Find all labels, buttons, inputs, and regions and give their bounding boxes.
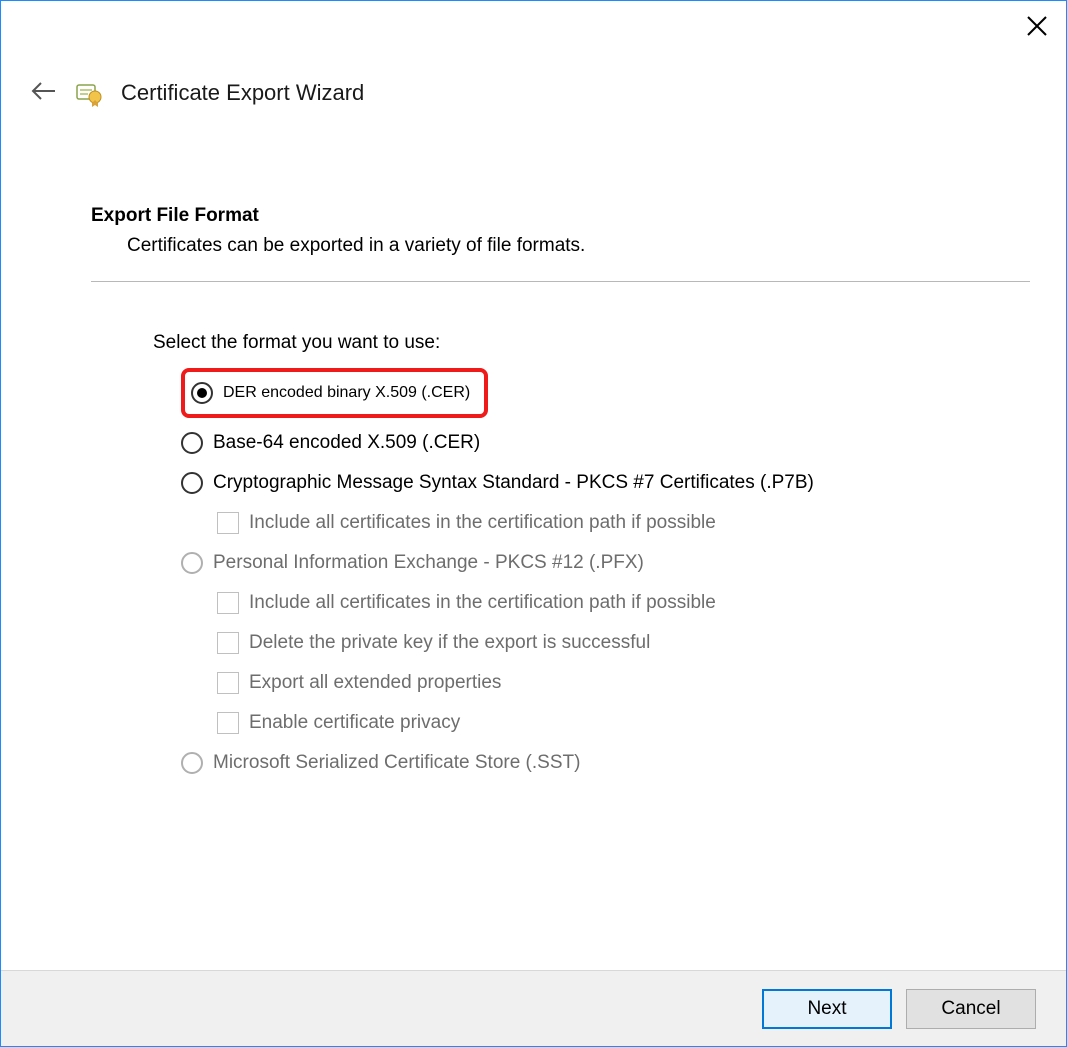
checkbox-pfx-delete-label: Delete the private key if the export is … bbox=[249, 632, 650, 654]
radio-pfx-label: Personal Information Exchange - PKCS #12… bbox=[213, 552, 644, 574]
divider bbox=[91, 281, 1030, 282]
checkbox-pfx-include bbox=[217, 592, 239, 614]
certificate-wizard-icon bbox=[75, 79, 103, 107]
close-icon bbox=[1026, 15, 1048, 37]
format-options: DER encoded binary X.509 (.CER) Base-64 … bbox=[181, 368, 1030, 774]
cancel-button[interactable]: Cancel bbox=[906, 989, 1036, 1029]
wizard-footer: Next Cancel bbox=[1, 970, 1066, 1046]
checkbox-pfx-privacy bbox=[217, 712, 239, 734]
radio-base64[interactable] bbox=[181, 432, 203, 454]
checkbox-pfx-include-label: Include all certificates in the certific… bbox=[249, 592, 716, 614]
radio-row-sst: Microsoft Serialized Certificate Store (… bbox=[181, 752, 1030, 774]
next-button[interactable]: Next bbox=[762, 989, 892, 1029]
check-row-pfx-delete: Delete the private key if the export is … bbox=[217, 632, 1030, 654]
format-prompt: Select the format you want to use: bbox=[153, 332, 1030, 354]
check-row-pfx-include: Include all certificates in the certific… bbox=[217, 592, 1030, 614]
wizard-content: Export File Format Certificates can be e… bbox=[91, 205, 1030, 792]
radio-sst bbox=[181, 752, 203, 774]
check-row-pfx-extprops: Export all extended properties bbox=[217, 672, 1030, 694]
wizard-header: Certificate Export Wizard bbox=[29, 79, 364, 107]
checkbox-p7b-include bbox=[217, 512, 239, 534]
radio-row-pfx: Personal Information Exchange - PKCS #12… bbox=[181, 552, 1030, 574]
radio-der[interactable] bbox=[191, 382, 213, 404]
radio-p7b[interactable] bbox=[181, 472, 203, 494]
radio-p7b-label: Cryptographic Message Syntax Standard - … bbox=[213, 472, 814, 494]
checkbox-pfx-extprops bbox=[217, 672, 239, 694]
checkbox-pfx-extprops-label: Export all extended properties bbox=[249, 672, 501, 694]
radio-base64-label: Base-64 encoded X.509 (.CER) bbox=[213, 432, 480, 454]
section-heading: Export File Format bbox=[91, 205, 1030, 227]
close-button[interactable] bbox=[1026, 15, 1048, 37]
radio-row-base64[interactable]: Base-64 encoded X.509 (.CER) bbox=[181, 432, 1030, 454]
checkbox-p7b-include-label: Include all certificates in the certific… bbox=[249, 512, 716, 534]
radio-sst-label: Microsoft Serialized Certificate Store (… bbox=[213, 752, 580, 774]
check-row-pfx-privacy: Enable certificate privacy bbox=[217, 712, 1030, 734]
check-row-p7b-include: Include all certificates in the certific… bbox=[217, 512, 1030, 534]
wizard-title: Certificate Export Wizard bbox=[121, 80, 364, 106]
radio-der-label: DER encoded binary X.509 (.CER) bbox=[223, 384, 470, 402]
checkbox-pfx-delete bbox=[217, 632, 239, 654]
radio-row-p7b[interactable]: Cryptographic Message Syntax Standard - … bbox=[181, 472, 1030, 494]
highlight-annotation: DER encoded binary X.509 (.CER) bbox=[181, 368, 488, 418]
back-button[interactable] bbox=[29, 80, 57, 107]
radio-pfx bbox=[181, 552, 203, 574]
checkbox-pfx-privacy-label: Enable certificate privacy bbox=[249, 712, 460, 734]
section-description: Certificates can be exported in a variet… bbox=[127, 235, 1030, 257]
arrow-left-icon bbox=[29, 80, 57, 102]
